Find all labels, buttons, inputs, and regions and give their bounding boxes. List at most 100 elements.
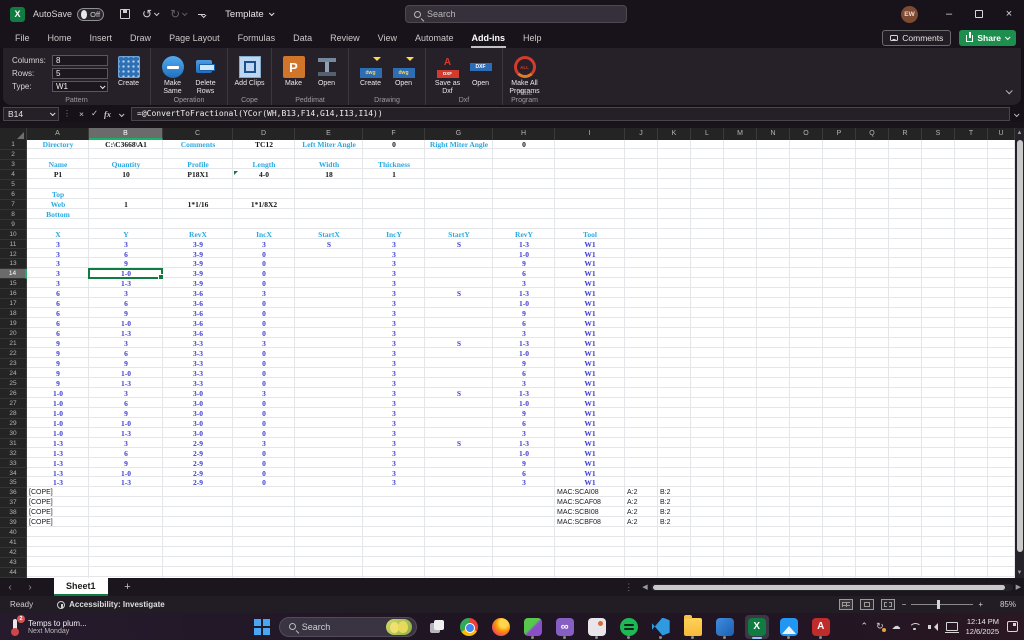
- cell-D35[interactable]: 0: [233, 478, 295, 488]
- cell-B11[interactable]: 3: [89, 240, 163, 250]
- row-header-10[interactable]: 10: [0, 230, 27, 240]
- cell-A34[interactable]: 1-3: [27, 469, 89, 479]
- document-title[interactable]: Template: [225, 9, 273, 20]
- row-header-28[interactable]: 28: [0, 409, 27, 419]
- column-header-T[interactable]: T: [955, 128, 988, 140]
- cell-D20[interactable]: 0: [233, 329, 295, 339]
- cell-C18[interactable]: 3-6: [163, 309, 233, 319]
- row-header-26[interactable]: 26: [0, 389, 27, 399]
- column-header-E[interactable]: E: [295, 128, 363, 140]
- cell-B18[interactable]: 9: [89, 309, 163, 319]
- column-header-K[interactable]: K: [658, 128, 691, 140]
- cell-G21[interactable]: S: [425, 339, 493, 349]
- row-header-34[interactable]: 34: [0, 469, 27, 479]
- cell-H23[interactable]: 9: [493, 359, 555, 369]
- drawing-create-button[interactable]: Create: [354, 52, 387, 88]
- excel-app-icon[interactable]: X: [10, 7, 25, 22]
- cell-E1[interactable]: Left Miter Angle: [295, 140, 363, 150]
- cell-F27[interactable]: 3: [363, 399, 425, 409]
- cell-E4[interactable]: 18: [295, 170, 363, 180]
- cell-D32[interactable]: 0: [233, 449, 295, 459]
- drawing-open-button[interactable]: Open: [387, 52, 420, 88]
- cell-K39[interactable]: B:2: [658, 518, 691, 528]
- cell-D16[interactable]: 3: [233, 289, 295, 299]
- cell-F16[interactable]: 3: [363, 289, 425, 299]
- cell-B3[interactable]: Quantity: [89, 160, 163, 170]
- row-header-15[interactable]: 15: [0, 279, 27, 289]
- volume-icon[interactable]: [928, 622, 938, 631]
- enter-icon[interactable]: ✓: [88, 108, 101, 119]
- row-header-30[interactable]: 30: [0, 429, 27, 439]
- scrollbar-resize-handle[interactable]: ⋮: [624, 582, 633, 593]
- cell-C21[interactable]: 3-3: [163, 339, 233, 349]
- cell-B28[interactable]: 9: [89, 409, 163, 419]
- cell-H18[interactable]: 9: [493, 309, 555, 319]
- cell-C15[interactable]: 3-9: [163, 279, 233, 289]
- cell-B22[interactable]: 6: [89, 349, 163, 359]
- cell-B19[interactable]: 1-0: [89, 319, 163, 329]
- column-header-O[interactable]: O: [790, 128, 823, 140]
- cell-I33[interactable]: W1: [555, 459, 625, 469]
- row-header-11[interactable]: 11: [0, 240, 27, 250]
- cell-I24[interactable]: W1: [555, 369, 625, 379]
- cell-H13[interactable]: 9: [493, 259, 555, 269]
- row-header-8[interactable]: 8: [0, 210, 27, 220]
- add-sheet-icon[interactable]: +: [116, 581, 140, 593]
- row-header-21[interactable]: 21: [0, 339, 27, 349]
- peddimat-open-button[interactable]: Open: [310, 52, 343, 88]
- cell-A7[interactable]: Web: [27, 200, 89, 210]
- cell-A14[interactable]: 3: [27, 269, 89, 279]
- cell-D14[interactable]: 0: [233, 269, 295, 279]
- cope-add-clips-button[interactable]: Add Clips: [233, 52, 266, 88]
- cell-C25[interactable]: 3-3: [163, 379, 233, 389]
- cell-D31[interactable]: 3: [233, 439, 295, 449]
- ribbon-tab-page-layout[interactable]: Page Layout: [160, 29, 229, 48]
- cell-D23[interactable]: 0: [233, 359, 295, 369]
- tray-chevron-up-icon[interactable]: ⌃: [861, 621, 869, 632]
- taskbar-icon-game-app[interactable]: [521, 615, 545, 639]
- cell-I15[interactable]: W1: [555, 279, 625, 289]
- comments-button[interactable]: Comments: [882, 30, 951, 46]
- cell-A36[interactable]: [COPE]: [27, 488, 89, 498]
- cell-B29[interactable]: 1-0: [89, 419, 163, 429]
- cell-F10[interactable]: IncY: [363, 230, 425, 240]
- ribbon-tab-file[interactable]: File: [6, 29, 39, 48]
- cell-C29[interactable]: 3-0: [163, 419, 233, 429]
- cell-K36[interactable]: B:2: [658, 488, 691, 498]
- cell-B1[interactable]: C:\C3668\A1: [89, 140, 163, 150]
- operation-make-same-button[interactable]: Make Same: [156, 52, 189, 96]
- cell-F35[interactable]: 3: [363, 478, 425, 488]
- cell-I11[interactable]: W1: [555, 240, 625, 250]
- field-input-columns[interactable]: 8: [52, 55, 108, 66]
- cell-B25[interactable]: 1-3: [89, 379, 163, 389]
- weather-widget[interactable]: 2 Temps to plum... Next Monday: [8, 618, 87, 636]
- battery-device-icon[interactable]: [946, 622, 958, 631]
- page-break-view-icon[interactable]: [881, 599, 895, 610]
- cell-A33[interactable]: 1-3: [27, 459, 89, 469]
- cell-F34[interactable]: 3: [363, 469, 425, 479]
- cell-F20[interactable]: 3: [363, 329, 425, 339]
- dxf-open-button[interactable]: Open: [464, 52, 497, 88]
- cell-C26[interactable]: 3-0: [163, 389, 233, 399]
- row-header-2[interactable]: 2: [0, 150, 27, 160]
- cell-A21[interactable]: 9: [27, 339, 89, 349]
- cell-B10[interactable]: Y: [89, 230, 163, 240]
- cell-I38[interactable]: MAC:SCBI08: [555, 508, 625, 518]
- cell-D10[interactable]: IncX: [233, 230, 295, 240]
- row-header-3[interactable]: 3: [0, 160, 27, 170]
- sheet-tab-sheet1[interactable]: Sheet1: [54, 578, 108, 596]
- cell-grid[interactable]: DirectoryC:\C3668\A1CommentsTC12Left Mit…: [27, 140, 1015, 578]
- cell-J39[interactable]: A:2: [625, 518, 658, 528]
- cell-D33[interactable]: 0: [233, 459, 295, 469]
- row-header-36[interactable]: 36: [0, 488, 27, 498]
- cell-J37[interactable]: A:2: [625, 498, 658, 508]
- undo-icon[interactable]: ↺: [142, 7, 158, 21]
- scroll-down-icon[interactable]: ▼: [1015, 568, 1024, 578]
- cell-F30[interactable]: 3: [363, 429, 425, 439]
- taskbar-icon-blue-app[interactable]: [713, 615, 737, 639]
- normal-view-icon[interactable]: [839, 599, 853, 610]
- redo-icon[interactable]: ↻: [170, 7, 186, 21]
- cell-A4[interactable]: P1: [27, 170, 89, 180]
- pattern-create-button[interactable]: Create: [112, 52, 145, 88]
- cell-D26[interactable]: 3: [233, 389, 295, 399]
